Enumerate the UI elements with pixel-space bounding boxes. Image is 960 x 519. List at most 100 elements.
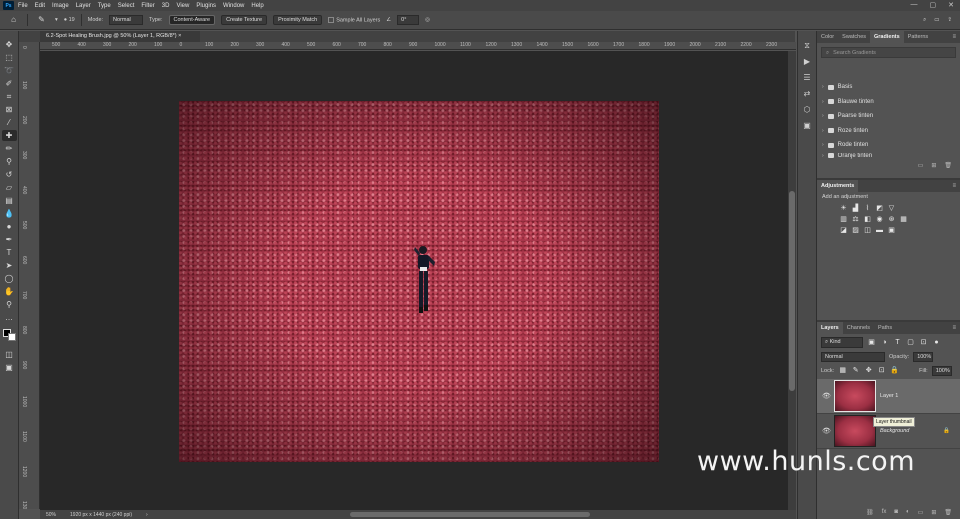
invert-icon[interactable]: ◪ — [839, 227, 848, 235]
crop-tool-icon[interactable]: ⌗ — [2, 91, 17, 102]
color-balance-icon[interactable]: ⚖ — [851, 216, 860, 224]
gradient-folder[interactable]: › Blauwe tinten — [817, 95, 960, 110]
pen-tool-icon[interactable]: ✒ — [2, 234, 17, 245]
menu-help[interactable]: Help — [251, 3, 263, 9]
gradient-folder[interactable]: › Rode tinten — [817, 138, 960, 153]
lasso-tool-icon[interactable]: ➰ — [2, 65, 17, 76]
fill-input[interactable]: 100% — [931, 366, 952, 376]
create-texture-button[interactable]: Create Texture — [221, 15, 268, 25]
workspace-icon[interactable]: ▭ — [934, 17, 939, 24]
background-color-swatch[interactable] — [7, 333, 16, 341]
clone-stamp-tool-icon[interactable]: ⚲ — [2, 156, 17, 167]
mode-select[interactable]: Normal — [109, 15, 144, 25]
layer-filter-select[interactable]: ⌕ Kind — [821, 337, 863, 348]
actions-panel-icon[interactable]: ▶ — [801, 57, 813, 68]
lock-position-icon[interactable]: ✥ — [864, 367, 873, 375]
panel-menu-icon[interactable]: ≡ — [952, 325, 956, 331]
content-aware-button[interactable]: Content-Aware — [168, 15, 216, 25]
hue-saturation-icon[interactable]: ▥ — [839, 216, 848, 224]
angle-input[interactable]: 0° — [397, 15, 420, 25]
tab-gradients[interactable]: Gradients — [870, 31, 904, 43]
vertical-ruler[interactable]: 0 100 200 300 400 500 600 700 800 900 1000 1100 1200… — [19, 42, 40, 509]
search-icon[interactable]: ⌕ — [923, 17, 926, 24]
smart-object-filter-icon[interactable]: ⊡ — [919, 339, 928, 347]
layer-thumbnail[interactable] — [834, 380, 876, 412]
maximize-icon[interactable]: ▢ — [930, 1, 937, 9]
photo-filter-icon[interactable]: ◉ — [875, 216, 884, 224]
tab-color[interactable]: Color — [817, 31, 838, 43]
menu-filter[interactable]: Filter — [141, 3, 154, 9]
menu-select[interactable]: Select — [118, 3, 135, 9]
panel-menu-icon[interactable]: ≡ — [952, 34, 956, 40]
minimize-icon[interactable]: — — [911, 1, 918, 9]
spot-healing-brush-tool-icon[interactable]: ✚ — [1, 130, 17, 141]
brightness-contrast-icon[interactable]: ☀ — [839, 205, 848, 213]
screen-mode-icon[interactable]: ▣ — [2, 362, 17, 373]
frame-tool-icon[interactable]: ⊠ — [2, 104, 17, 115]
sample-all-layers-checkbox[interactable]: Sample All Layers — [328, 16, 380, 23]
layer-thumbnail[interactable] — [834, 415, 876, 447]
type-tool-icon[interactable]: T — [2, 247, 17, 258]
pixel-filter-icon[interactable]: ▣ — [867, 339, 876, 347]
menu-view[interactable]: View — [176, 3, 189, 9]
gradient-folder[interactable]: › Roze tinten — [817, 124, 960, 139]
layer-row[interactable]: 👁 Layer 1 — [817, 379, 960, 414]
add-mask-icon[interactable]: ◙ — [894, 509, 898, 515]
black-white-icon[interactable]: ◧ — [863, 216, 872, 224]
quick-select-tool-icon[interactable]: ✐ — [2, 78, 17, 89]
new-fill-layer-icon[interactable]: ◐ — [906, 509, 910, 515]
close-icon[interactable]: ✕ — [948, 1, 954, 9]
menu-plugins[interactable]: Plugins — [196, 3, 216, 9]
quick-mask-icon[interactable]: ◫ — [2, 349, 17, 360]
lock-image-icon[interactable]: ✎ — [851, 367, 860, 375]
tab-patterns[interactable]: Patterns — [904, 31, 932, 43]
menu-edit[interactable]: Edit — [35, 3, 45, 9]
layer-name[interactable]: Background — [880, 428, 909, 434]
tab-adjustments[interactable]: Adjustments — [817, 180, 859, 192]
share-icon[interactable]: ⇪ — [947, 17, 952, 24]
shape-tool-icon[interactable]: ◯ — [2, 273, 17, 284]
vibrance-icon[interactable]: ▽ — [887, 205, 896, 213]
vertical-scrollbar-thumb[interactable] — [789, 191, 795, 391]
delete-layer-icon[interactable]: 🗑 — [944, 509, 952, 516]
layer-style-icon[interactable]: fx — [882, 509, 887, 515]
menu-image[interactable]: Image — [52, 3, 69, 9]
shape-filter-icon[interactable]: ▢ — [906, 339, 915, 347]
zoom-level[interactable]: 50% — [46, 512, 56, 518]
tool-preset-chevron-icon[interactable]: ▾ — [55, 17, 58, 23]
hand-tool-icon[interactable]: ✋ — [2, 286, 17, 297]
status-chevron-icon[interactable]: › — [146, 512, 148, 518]
menu-layer[interactable]: Layer — [76, 3, 91, 9]
more-tools-icon[interactable]: … — [2, 312, 17, 323]
horizontal-ruler[interactable]: 500 400 300 200 100 0 100 200 300 400 500 600 700 800… — [40, 42, 796, 50]
menu-3d[interactable]: 3D — [162, 3, 170, 9]
selective-color-icon[interactable]: ▣ — [887, 227, 896, 235]
tab-swatches[interactable]: Swatches — [838, 31, 870, 43]
posterize-icon[interactable]: ▨ — [851, 227, 860, 235]
libraries-panel-icon[interactable]: ▣ — [801, 121, 813, 132]
menu-type[interactable]: Type — [98, 3, 111, 9]
new-group-icon[interactable]: ▭ — [918, 509, 924, 516]
delete-icon[interactable]: 🗑 — [944, 162, 952, 169]
color-swatches[interactable] — [2, 329, 16, 341]
panel-menu-icon[interactable]: ≡ — [952, 183, 956, 189]
lock-all-icon[interactable]: 🔒 — [890, 367, 899, 375]
visibility-eye-icon[interactable]: 👁 — [822, 427, 831, 435]
blur-tool-icon[interactable]: 💧 — [2, 208, 17, 219]
zoom-tool-icon[interactable]: ⚲ — [2, 299, 17, 310]
filter-toggle-icon[interactable]: ● — [932, 339, 941, 347]
levels-icon[interactable]: ▟ — [851, 205, 860, 213]
adjustment-filter-icon[interactable]: ◑ — [880, 339, 889, 347]
lock-artboard-icon[interactable]: ⊡ — [877, 367, 886, 375]
horizontal-scrollbar-thumb[interactable] — [350, 512, 590, 517]
brush-tool-icon[interactable]: ✏ — [2, 143, 17, 154]
threshold-icon[interactable]: ◫ — [863, 227, 872, 235]
gradient-tool-icon[interactable]: ▤ — [2, 195, 17, 206]
lock-transparent-icon[interactable]: ▦ — [838, 367, 847, 375]
tab-layers[interactable]: Layers — [817, 322, 843, 334]
gradient-folder[interactable]: › Basis — [817, 80, 960, 95]
3d-panel-icon[interactable]: ⬡ — [801, 105, 813, 116]
channel-mixer-icon[interactable]: ⊛ — [887, 216, 896, 224]
gradient-map-icon[interactable]: ▬ — [875, 227, 884, 235]
type-filter-icon[interactable]: T — [893, 339, 902, 347]
